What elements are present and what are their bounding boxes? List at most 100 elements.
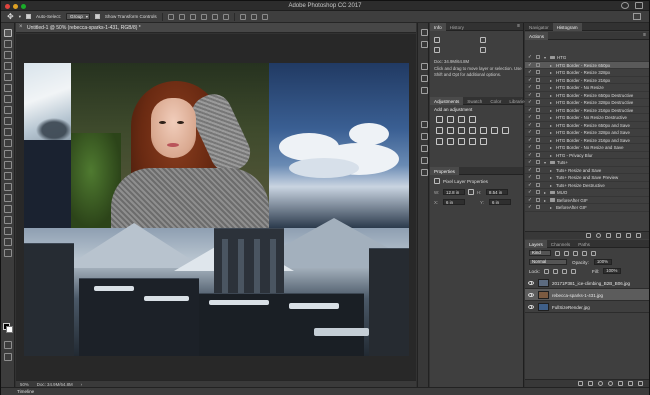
- action-row[interactable]: ✓ ▸ Tuts+ Resize and Save: [525, 167, 649, 174]
- action-row[interactable]: ✓ ▸ HTG Border - Resize 650px: [525, 61, 649, 69]
- dialog-toggle-box[interactable]: [536, 175, 540, 180]
- layer-thumbnail[interactable]: [538, 302, 549, 311]
- action-enabled-check-icon[interactable]: ✓: [528, 159, 532, 164]
- background-color-swatch[interactable]: [6, 326, 13, 333]
- status-arrow-icon[interactable]: ›: [81, 382, 82, 387]
- action-enabled-check-icon[interactable]: ✓: [528, 99, 532, 104]
- posterize-icon[interactable]: [447, 138, 454, 145]
- play-icon[interactable]: [606, 233, 611, 238]
- align-middle-icon[interactable]: [178, 13, 185, 20]
- new-set-icon[interactable]: [616, 233, 621, 238]
- workspace-icon[interactable]: [635, 2, 643, 9]
- expand-arrow-icon[interactable]: ▾: [544, 55, 546, 60]
- marquee-tool-icon[interactable]: [4, 40, 12, 48]
- dialog-toggle-box[interactable]: [536, 55, 540, 60]
- new-adjustment-layer-icon[interactable]: [608, 381, 613, 386]
- distribute-icon[interactable]: [250, 13, 257, 20]
- selective-color-icon[interactable]: [480, 138, 487, 145]
- align-bottom-icon[interactable]: [189, 13, 196, 20]
- action-row[interactable]: ✓ ▸ HTG Border - Resize 216px Destructive: [525, 107, 649, 114]
- new-action-icon[interactable]: [626, 233, 631, 238]
- layer-name[interactable]: rebecca-sparks-1-431.jpg: [552, 293, 603, 298]
- info-icon[interactable]: [420, 29, 428, 36]
- delete-icon[interactable]: [636, 233, 641, 238]
- expand-arrow-icon[interactable]: ▸: [550, 85, 552, 90]
- tab-layers[interactable]: Layers: [525, 240, 547, 248]
- expand-arrow-icon[interactable]: ▸: [550, 78, 552, 83]
- exposure-icon[interactable]: [469, 116, 476, 123]
- black-white-icon[interactable]: [469, 127, 476, 134]
- expand-arrow-icon[interactable]: ▸: [550, 138, 552, 143]
- action-row[interactable]: ✓ ▸ HTG Border - Resize 216px and Save: [525, 137, 649, 144]
- brightness-contrast-icon[interactable]: [436, 116, 443, 123]
- vibrance-icon[interactable]: [436, 127, 443, 134]
- action-enabled-check-icon[interactable]: ✓: [528, 189, 532, 194]
- distribute-icon[interactable]: [239, 13, 246, 20]
- dodge-tool-icon[interactable]: [4, 172, 12, 180]
- layer-name[interactable]: FullSizeRender.jpg: [552, 305, 590, 310]
- brush-presets-icon[interactable]: [420, 133, 428, 140]
- action-enabled-check-icon[interactable]: ✓: [528, 174, 532, 179]
- gradient-map-icon[interactable]: [469, 138, 476, 145]
- blend-mode-dropdown[interactable]: Normal: [529, 259, 567, 265]
- expand-arrow-icon[interactable]: ▸: [550, 123, 552, 128]
- new-group-icon[interactable]: [618, 381, 623, 386]
- dialog-toggle-box[interactable]: [536, 160, 540, 165]
- dialog-toggle-box[interactable]: [536, 92, 540, 97]
- healing-brush-tool-icon[interactable]: [4, 95, 12, 103]
- layer-thumbnail[interactable]: [538, 278, 549, 287]
- tab-navigator[interactable]: Navigator: [525, 23, 553, 31]
- dialog-toggle-box[interactable]: [536, 205, 540, 210]
- color-balance-icon[interactable]: [458, 127, 465, 134]
- invert-icon[interactable]: [436, 138, 443, 145]
- tab-properties[interactable]: Properties: [430, 167, 459, 175]
- lock-pixels-icon[interactable]: [552, 268, 558, 274]
- properties-icon[interactable]: [420, 121, 428, 128]
- move-tool-icon[interactable]: ✥: [7, 12, 14, 21]
- canvas-area[interactable]: [16, 34, 416, 380]
- lock-transparency-icon[interactable]: [543, 268, 549, 274]
- paragraph-icon[interactable]: [420, 157, 428, 164]
- action-enabled-check-icon[interactable]: ✓: [528, 54, 532, 59]
- action-enabled-check-icon[interactable]: ✓: [528, 107, 532, 112]
- action-row[interactable]: ✓ ▸ HTG Border - Resize 650px and Save: [525, 122, 649, 129]
- action-row[interactable]: ✓ ▸ HTG Border - No Resize and Save: [525, 144, 649, 152]
- eraser-tool-icon[interactable]: [4, 139, 12, 147]
- action-enabled-check-icon[interactable]: ✓: [528, 122, 532, 127]
- dialog-toggle-box[interactable]: [536, 62, 540, 67]
- action-row[interactable]: ✓ ▸ HTG Border - Resize 328px and Save: [525, 129, 649, 137]
- align-left-icon[interactable]: [200, 13, 207, 20]
- crop-tool-icon[interactable]: [4, 73, 12, 81]
- move-tool-icon[interactable]: [4, 29, 12, 37]
- dialog-toggle-box[interactable]: [536, 145, 540, 150]
- dialog-toggle-box[interactable]: [536, 190, 540, 195]
- visibility-eye-icon[interactable]: [528, 292, 534, 297]
- tab-history[interactable]: History: [446, 23, 468, 31]
- action-enabled-check-icon[interactable]: ✓: [528, 62, 532, 67]
- panel-menu-icon[interactable]: ≡: [643, 32, 646, 38]
- action-enabled-check-icon[interactable]: ✓: [528, 137, 532, 142]
- photo-filter-icon[interactable]: [480, 127, 487, 134]
- tab-color[interactable]: Color: [486, 97, 505, 105]
- action-enabled-check-icon[interactable]: ✓: [528, 84, 532, 89]
- new-layer-icon[interactable]: [628, 381, 633, 386]
- filter-shape-icon[interactable]: [582, 250, 587, 256]
- layer-thumbnail[interactable]: [538, 290, 549, 299]
- clone-stamp-tool-icon[interactable]: [4, 117, 12, 125]
- dialog-toggle-box[interactable]: [536, 137, 540, 142]
- action-enabled-check-icon[interactable]: ✓: [528, 92, 532, 97]
- close-icon[interactable]: ×: [19, 24, 23, 30]
- dialog-toggle-box[interactable]: [536, 70, 540, 75]
- expand-arrow-icon[interactable]: ▸: [550, 183, 552, 188]
- dialog-toggle-box[interactable]: [536, 77, 540, 82]
- action-enabled-check-icon[interactable]: ✓: [528, 167, 532, 172]
- action-row[interactable]: ✓ ▸ HTG Border - Resize 650px Destructive: [525, 92, 649, 99]
- tab-info[interactable]: Info: [430, 23, 446, 31]
- filter-adjustment-icon[interactable]: [564, 250, 569, 256]
- action-row[interactable]: ✓ ▸ HTG - Privacy Blur: [525, 152, 649, 159]
- expand-arrow-icon[interactable]: ▸: [550, 205, 552, 210]
- expand-arrow-icon[interactable]: ▸: [550, 168, 552, 173]
- dialog-toggle-box[interactable]: [536, 130, 540, 135]
- path-selection-tool-icon[interactable]: [4, 205, 12, 213]
- tab-histogram[interactable]: Histogram: [552, 23, 582, 31]
